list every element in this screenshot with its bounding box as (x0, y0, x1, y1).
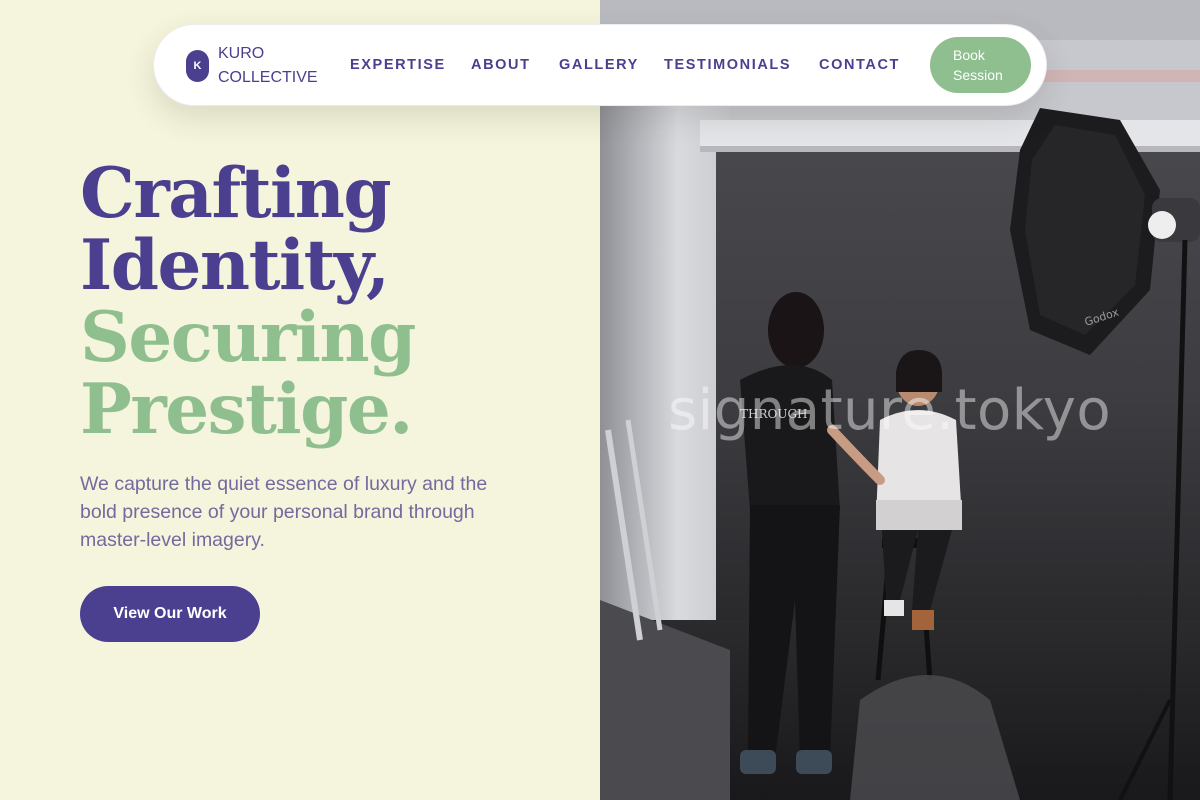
book-session-button[interactable]: Book Session (930, 37, 1031, 93)
brand-logo-icon[interactable]: K (186, 50, 209, 82)
nav-link-about[interactable]: ABOUT (471, 57, 531, 73)
nav-link-gallery[interactable]: GALLERY (559, 57, 639, 73)
hero-subtitle: We capture the quiet essence of luxury a… (80, 473, 488, 551)
nav-link-contact[interactable]: CONTACT (819, 57, 900, 73)
headline-line-3: Securing (80, 297, 416, 378)
hero-headline: Crafting Identity, Securing Prestige. (80, 153, 416, 450)
brand-name[interactable]: KURO COLLECTIVE (218, 42, 328, 90)
headline-line-1: Crafting (80, 153, 392, 234)
headline-line-2: Identity, (80, 225, 390, 306)
nav-link-expertise[interactable]: EXPERTISE (350, 57, 446, 73)
photo-watermark: signature.tokyo (668, 378, 1112, 443)
nav-link-testimonials[interactable]: TESTIMONIALS (664, 57, 791, 73)
headline-line-4: Prestige. (80, 369, 413, 450)
view-our-work-button[interactable]: View Our Work (80, 586, 260, 642)
top-navigation: K KURO COLLECTIVE EXPERTISE ABOUT GALLER… (153, 24, 1047, 106)
